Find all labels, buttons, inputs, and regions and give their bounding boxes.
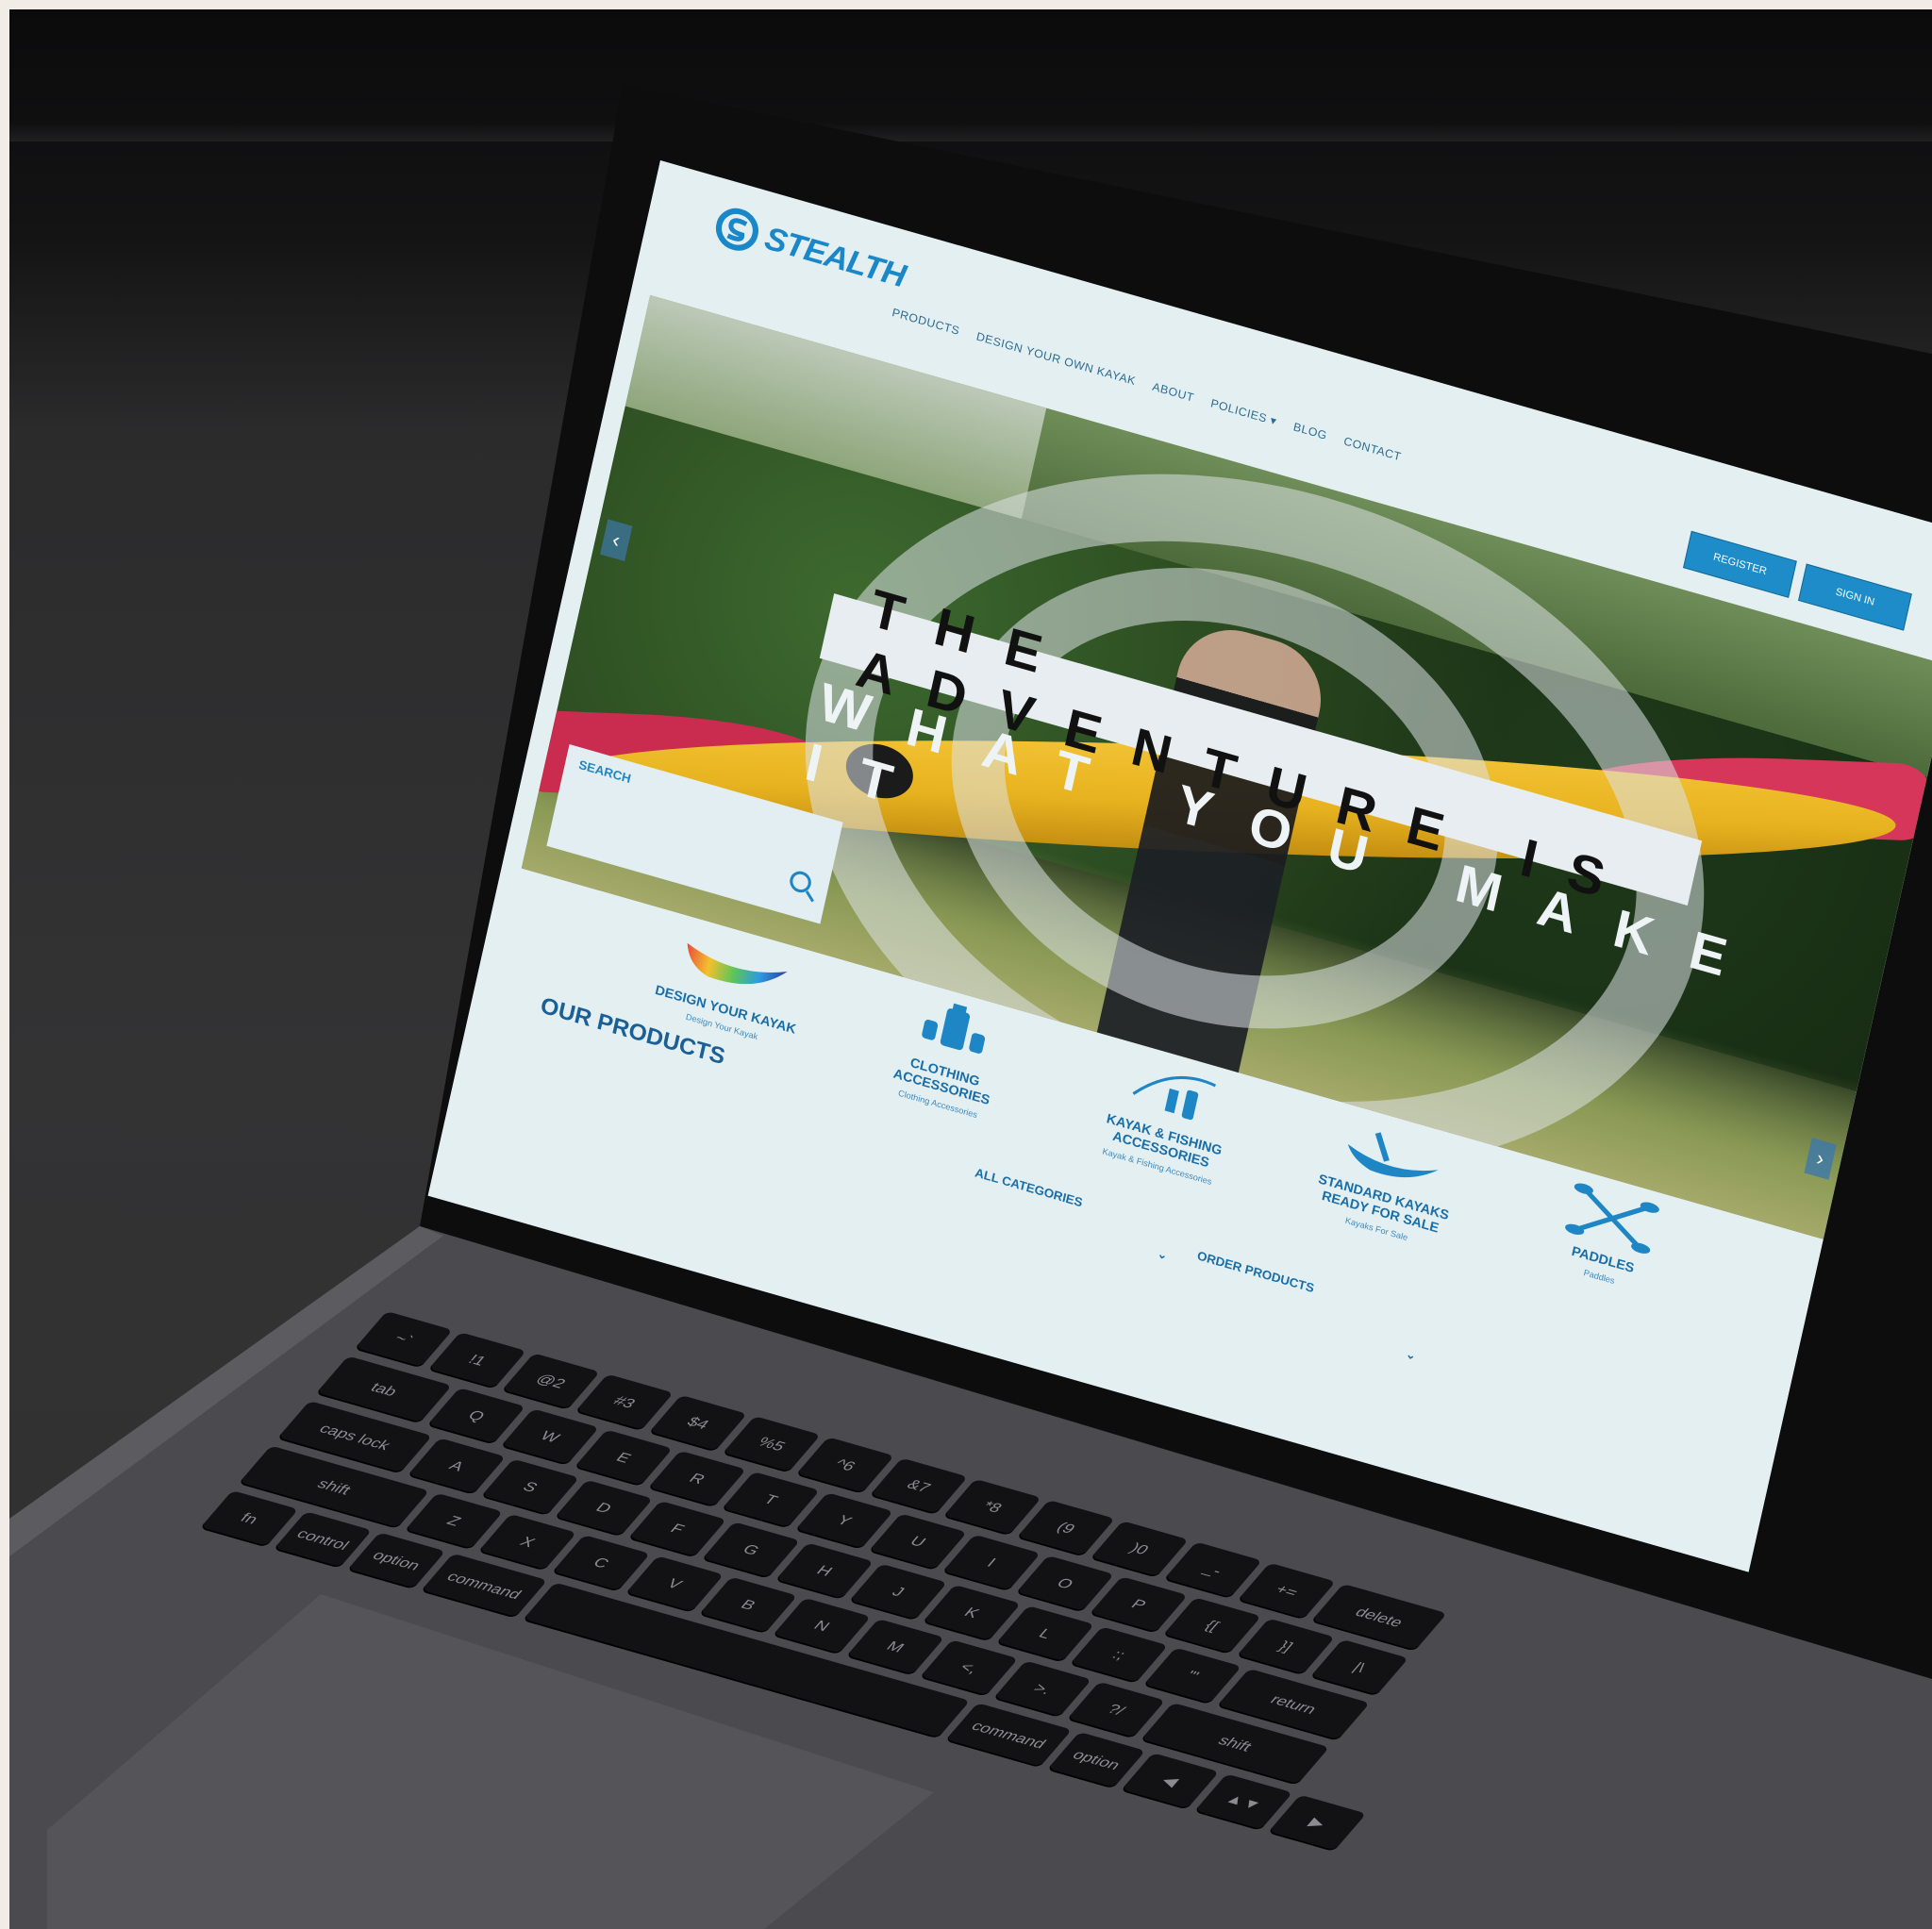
nav-design-your-own-kayak[interactable]: DESIGN YOUR OWN KAYAK bbox=[975, 329, 1138, 388]
nav-contact[interactable]: CONTACT bbox=[1342, 434, 1403, 463]
brand-name: STEALTH bbox=[761, 219, 908, 294]
chevron-down-icon[interactable]: ⌄ bbox=[1157, 1247, 1169, 1263]
signin-button[interactable]: SIGN IN bbox=[1798, 563, 1912, 631]
search-label: SEARCH bbox=[577, 757, 633, 787]
register-button[interactable]: REGISTER bbox=[1683, 530, 1797, 598]
nav-policies[interactable]: POLICIES ▾ bbox=[1209, 396, 1278, 428]
photo-background: STEALTH PRODUCTS DESIGN YOUR OWN KAYAK A… bbox=[9, 9, 1932, 1929]
nav-about[interactable]: ABOUT bbox=[1151, 380, 1195, 405]
chevron-down-icon[interactable]: ⌄ bbox=[1405, 1347, 1417, 1363]
order-products-dropdown[interactable]: ORDER PRODUCTS bbox=[1196, 1248, 1316, 1295]
stealth-s-icon bbox=[715, 208, 758, 251]
all-categories-dropdown[interactable]: ALL CATEGORIES bbox=[974, 1165, 1084, 1209]
search-icon[interactable] bbox=[788, 869, 813, 895]
nav-blog[interactable]: BLOG bbox=[1292, 420, 1328, 442]
nav-products[interactable]: PRODUCTS bbox=[891, 306, 960, 338]
